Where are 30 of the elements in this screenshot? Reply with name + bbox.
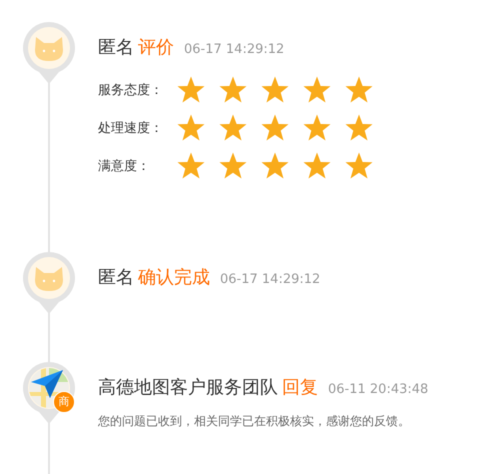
author-name: 高德地图客户服务团队 [98,376,278,399]
star-icon [344,75,374,105]
star-icon [176,113,206,143]
star-icon [218,113,248,143]
star-icon [218,75,248,105]
cat-icon [34,36,64,62]
rating-label: 满意度： [98,158,151,175]
author-name: 匿名 [98,266,134,289]
reply-message: 您的问题已收到，相关同学已在积极核实，感谢您的反馈。 [98,413,411,430]
timestamp: 06-17 14:29:12 [220,272,320,287]
action-label: 确认完成 [138,266,210,289]
rating-label: 服务态度： [98,82,164,99]
action-label: 评价 [138,36,174,59]
action-label: 回复 [282,376,318,399]
star-icon [302,151,332,181]
timestamp: 06-11 20:43:48 [328,382,428,397]
star-icon [344,151,374,181]
star-icon [302,113,332,143]
star-icon [260,75,290,105]
star-icon [344,113,374,143]
star-icon [260,113,290,143]
timestamp: 06-17 14:29:12 [184,42,284,57]
cat-icon [34,266,64,292]
author-name: 匿名 [98,36,134,59]
star-icon [176,151,206,181]
star-icon [302,75,332,105]
rating-label: 处理速度： [98,120,164,137]
star-icon [260,151,290,181]
star-icon [218,151,248,181]
star-icon [176,75,206,105]
